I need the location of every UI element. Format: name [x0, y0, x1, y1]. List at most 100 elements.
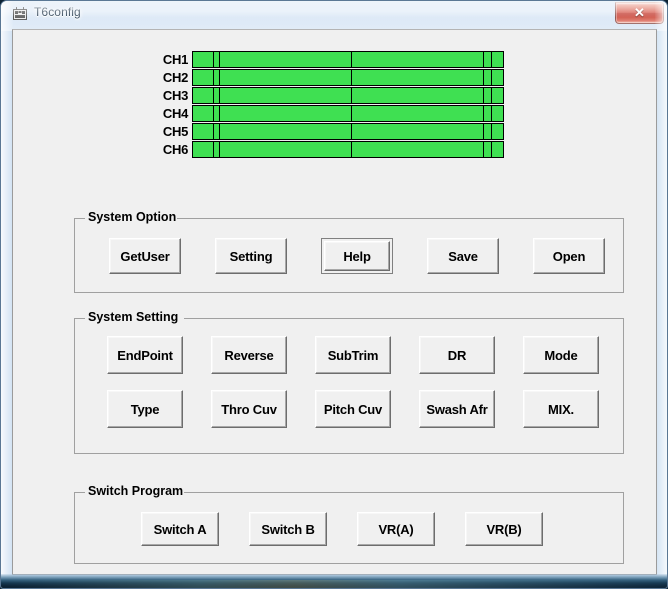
channel-divider	[482, 142, 484, 157]
group-box: System Setting EndPoint Reverse SubTrim DR Mo…	[74, 310, 624, 454]
channel-divider	[351, 124, 353, 139]
button-label: VR(A)	[378, 521, 414, 537]
close-icon: ✕	[634, 5, 645, 20]
button-getuser[interactable]: GetUser	[109, 238, 181, 274]
channel-bar	[192, 51, 504, 68]
channel-divider	[213, 88, 215, 103]
button-pitch-cuv[interactable]: Pitch Cuv	[315, 390, 391, 428]
channel-row: CH5	[144, 123, 504, 141]
channel-divider	[482, 70, 484, 85]
channel-divider	[351, 70, 353, 85]
channel-divider	[490, 142, 492, 157]
group-border-top-left	[75, 218, 85, 219]
group-border-top-left	[75, 318, 85, 319]
button-endpoint[interactable]: EndPoint	[107, 336, 183, 374]
button-mode[interactable]: Mode	[523, 336, 599, 374]
button-label: Save	[448, 248, 478, 264]
channel-row: CH1	[144, 51, 504, 69]
transmitter-icon	[12, 6, 28, 22]
channel-row: CH2	[144, 69, 504, 87]
group-border-top-left	[75, 492, 85, 493]
channel-bar	[192, 87, 504, 104]
button-label: Mode	[544, 347, 578, 363]
channel-label: CH2	[162, 70, 188, 85]
channel-divider	[219, 70, 221, 85]
button-label: Type	[130, 401, 160, 417]
channel-label: CH6	[162, 142, 188, 157]
channel-label: CH1	[162, 52, 188, 67]
button-label: VR(B)	[486, 521, 522, 537]
button-vr-b[interactable]: VR(B)	[465, 512, 543, 546]
button-label: Thro Cuv	[221, 401, 277, 417]
button-label: GetUser	[120, 248, 170, 264]
button-label: Switch A	[153, 521, 207, 537]
frame-bottom-edge	[1, 574, 667, 588]
channel-divider	[351, 142, 353, 157]
channel-divider	[490, 70, 492, 85]
button-label: Open	[552, 248, 586, 264]
group-border-top-right	[184, 318, 623, 319]
button-label: Setting	[229, 248, 273, 264]
title-bar[interactable]: T6config ✕	[1, 1, 667, 28]
channel-bar	[192, 105, 504, 122]
button-label: SubTrim	[327, 347, 379, 363]
button-switch-b[interactable]: Switch B	[249, 512, 327, 546]
group-title: System Option	[85, 210, 180, 224]
button-dr[interactable]: DR	[419, 336, 495, 374]
channel-divider	[213, 106, 215, 121]
button-label: Swash Afr	[426, 401, 488, 417]
button-setting[interactable]: Setting	[215, 238, 287, 274]
channel-monitor: CH1 CH2 CH3 CH4 CH5 CH6	[144, 51, 504, 171]
button-type[interactable]: Type	[107, 390, 183, 428]
group-border-top-right	[177, 218, 623, 219]
button-mix[interactable]: MIX.	[523, 390, 599, 428]
group-border-top-right	[184, 492, 623, 493]
button-label: EndPoint	[117, 347, 173, 363]
button-swash-afr[interactable]: Swash Afr	[419, 390, 495, 428]
group-title: Switch Program	[85, 484, 187, 498]
group-title: System Setting	[85, 310, 182, 324]
channel-divider	[219, 142, 221, 157]
group-box: Switch Program Switch A Switch B VR(A) VR(B)	[74, 484, 624, 564]
button-vr-a[interactable]: VR(A)	[357, 512, 435, 546]
channel-label: CH3	[162, 88, 188, 103]
channel-row: CH6	[144, 141, 504, 159]
channel-divider	[219, 124, 221, 139]
channel-divider	[482, 88, 484, 103]
channel-divider	[490, 88, 492, 103]
channel-bar	[192, 141, 504, 158]
button-label: Pitch Cuv	[323, 401, 383, 417]
group-box: System Option GetUser Setting Help Save Open	[74, 210, 624, 293]
button-save[interactable]: Save	[427, 238, 499, 274]
app-window: T6config ✕ CH1 CH2 CH3 CH4 CH5 CH6 System Opt…	[0, 0, 668, 589]
channel-divider	[213, 142, 215, 157]
channel-divider	[482, 124, 484, 139]
button-label: Help	[343, 248, 371, 264]
button-face: Help	[324, 241, 390, 271]
window-title: T6config	[34, 5, 81, 19]
button-subtrim[interactable]: SubTrim	[315, 336, 391, 374]
channel-divider	[219, 106, 221, 121]
client-area: CH1 CH2 CH3 CH4 CH5 CH6 System Option GetUser S…	[12, 29, 657, 575]
channel-divider	[351, 88, 353, 103]
channel-divider	[219, 52, 221, 67]
close-button[interactable]: ✕	[615, 2, 664, 24]
button-help[interactable]: Help	[321, 238, 393, 274]
channel-divider	[490, 106, 492, 121]
channel-divider	[213, 70, 215, 85]
channel-label: CH5	[162, 124, 188, 139]
button-open[interactable]: Open	[533, 238, 605, 274]
button-switch-a[interactable]: Switch A	[141, 512, 219, 546]
channel-divider	[482, 52, 484, 67]
button-thro-cuv[interactable]: Thro Cuv	[211, 390, 287, 428]
channel-divider	[490, 52, 492, 67]
channel-divider	[351, 52, 353, 67]
button-label: DR	[447, 347, 467, 363]
channel-label: CH4	[162, 106, 188, 121]
channel-divider	[351, 106, 353, 121]
button-reverse[interactable]: Reverse	[211, 336, 287, 374]
button-label: Switch B	[261, 521, 315, 537]
channel-bar	[192, 123, 504, 140]
channel-row: CH4	[144, 105, 504, 123]
channel-divider	[213, 124, 215, 139]
